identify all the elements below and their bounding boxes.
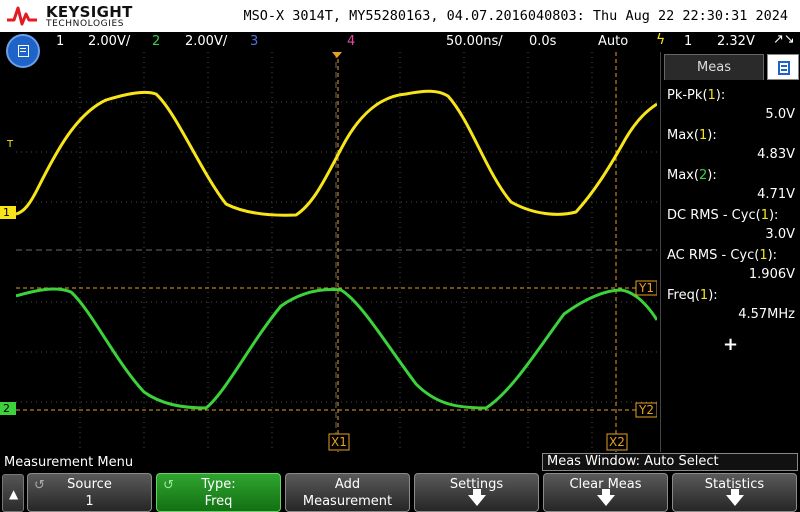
menu-icon[interactable] bbox=[767, 54, 799, 80]
trigger-icon[interactable]: ϟ bbox=[656, 32, 665, 48]
scope-info: MSO-X 3014T, MY55280163, 04.07.201604080… bbox=[243, 8, 788, 24]
softkey-value: Freq bbox=[204, 494, 233, 509]
statistics-softkey[interactable]: Statistics bbox=[672, 473, 797, 512]
measurement-value: 5.0V bbox=[765, 107, 795, 122]
menu-title: Measurement Menu bbox=[4, 455, 134, 470]
measurement-value: 4.83V bbox=[757, 147, 795, 162]
softkey-label: Add bbox=[334, 477, 361, 492]
ch4-number[interactable]: 4 bbox=[347, 34, 355, 49]
back-button[interactable]: ▲ bbox=[2, 474, 24, 512]
brand-subtitle: TECHNOLOGIES bbox=[46, 19, 125, 29]
measurement-channel: 1 bbox=[760, 208, 769, 223]
trigger-mode[interactable]: Auto bbox=[598, 34, 628, 49]
plus-icon[interactable]: + bbox=[723, 334, 738, 355]
trigger-level-marker[interactable]: T bbox=[7, 139, 13, 150]
measurement-pkpk[interactable]: Pk-Pk(1): 5.0V bbox=[667, 88, 795, 128]
timebase[interactable]: 50.00ns/ bbox=[446, 34, 503, 49]
trigger-level[interactable]: 2.32V bbox=[717, 34, 755, 49]
title-bar: KEYSIGHT TECHNOLOGIES MSO-X 3014T, MY552… bbox=[0, 0, 800, 32]
delay[interactable]: 0.0s bbox=[529, 34, 556, 49]
ch2-scale[interactable]: 2.00V/ bbox=[185, 34, 227, 49]
waveform-display[interactable]: X1 X2 Y1 Y2 bbox=[16, 52, 657, 452]
down-arrow-icon bbox=[726, 489, 744, 506]
measurement-ac-rms[interactable]: AC RMS - Cyc(1): 1.906V bbox=[667, 248, 795, 288]
softkey-value: 1 bbox=[85, 494, 94, 509]
ch3-number[interactable]: 3 bbox=[250, 34, 258, 49]
trigger-slope-icon[interactable]: ↗↘ bbox=[773, 32, 795, 47]
back-arrow-icon: ▲ bbox=[9, 487, 19, 501]
measurement-value: 4.57MHz bbox=[738, 307, 795, 322]
softkey-label: Source bbox=[67, 477, 112, 492]
cursor-x1-label[interactable]: X1 bbox=[331, 435, 347, 449]
measurement-dc-rms[interactable]: DC RMS - Cyc(1): 3.0V bbox=[667, 208, 795, 248]
clear-meas-softkey[interactable]: Clear Meas bbox=[543, 473, 668, 512]
ch2-ground-marker[interactable]: 2 bbox=[0, 402, 16, 415]
measurement-channel: 2 bbox=[698, 168, 708, 183]
meas-window-field[interactable]: Meas Window: Auto Select bbox=[542, 453, 798, 471]
menu-icon[interactable] bbox=[6, 34, 40, 68]
measurement-panel: Meas Pk-Pk(1): 5.0V Max(1): 4.83V Max(2)… bbox=[660, 52, 800, 452]
trigger-source[interactable]: 1 bbox=[684, 34, 692, 49]
channel-bar: 1 2.00V/ 2 2.00V/ 3 4 50.00ns/ 0.0s Auto… bbox=[0, 32, 800, 52]
measurement-channel: 1 bbox=[759, 248, 768, 263]
measurement-label: Max bbox=[667, 128, 694, 143]
cursor-y1-label[interactable]: Y1 bbox=[638, 281, 654, 295]
ch2-number[interactable]: 2 bbox=[152, 34, 160, 49]
source-softkey[interactable]: ↺ Source 1 bbox=[27, 473, 152, 512]
measurement-channel: 1 bbox=[699, 288, 709, 303]
measurement-label: Pk-Pk bbox=[667, 88, 703, 103]
keysight-wave-icon bbox=[7, 6, 37, 26]
softkey-value: Measurement bbox=[302, 494, 393, 509]
ch1-ground-marker[interactable]: 1 bbox=[0, 206, 16, 219]
down-arrow-icon bbox=[468, 489, 486, 506]
measurement-label: AC RMS - Cyc bbox=[667, 248, 755, 263]
measurement-channel: 1 bbox=[707, 88, 716, 103]
down-arrow-icon bbox=[597, 489, 615, 506]
ch1-scale[interactable]: 2.00V/ bbox=[88, 34, 130, 49]
measurement-channel: 1 bbox=[698, 128, 708, 143]
measurement-max-ch1[interactable]: Max(1): 4.83V bbox=[667, 128, 795, 168]
measurement-value: 4.71V bbox=[757, 187, 795, 202]
cursor-x2-label[interactable]: X2 bbox=[609, 435, 625, 449]
measurement-label: Max bbox=[667, 168, 694, 183]
measurement-label: DC RMS - Cyc bbox=[667, 208, 756, 223]
measurement-value: 3.0V bbox=[765, 227, 795, 242]
softkey-row: ▲ ↺ Source 1 ↺ Type: Freq Add Measuremen… bbox=[0, 472, 800, 512]
ch1-number[interactable]: 1 bbox=[56, 34, 64, 49]
graticule: X1 X2 Y1 Y2 bbox=[16, 52, 657, 452]
settings-softkey[interactable]: Settings bbox=[414, 473, 539, 512]
measurement-max-ch2[interactable]: Max(2): 4.71V bbox=[667, 168, 795, 208]
add-measurement-softkey[interactable]: Add Measurement bbox=[285, 473, 410, 512]
trigger-position-marker[interactable] bbox=[332, 52, 342, 58]
cursor-y2-label[interactable]: Y2 bbox=[638, 403, 654, 417]
type-softkey[interactable]: ↺ Type: Freq bbox=[156, 473, 281, 512]
measurement-value: 1.906V bbox=[748, 267, 795, 282]
keysight-logo: KEYSIGHT TECHNOLOGIES bbox=[6, 2, 136, 30]
meas-tab[interactable]: Meas bbox=[664, 54, 764, 80]
measurement-label: Freq bbox=[667, 288, 695, 303]
measurement-freq[interactable]: Freq(1): 4.57MHz bbox=[667, 288, 795, 328]
menu-bar: Measurement Menu Meas Window: Auto Selec… bbox=[0, 452, 800, 472]
softkey-label: Type: bbox=[201, 477, 236, 492]
